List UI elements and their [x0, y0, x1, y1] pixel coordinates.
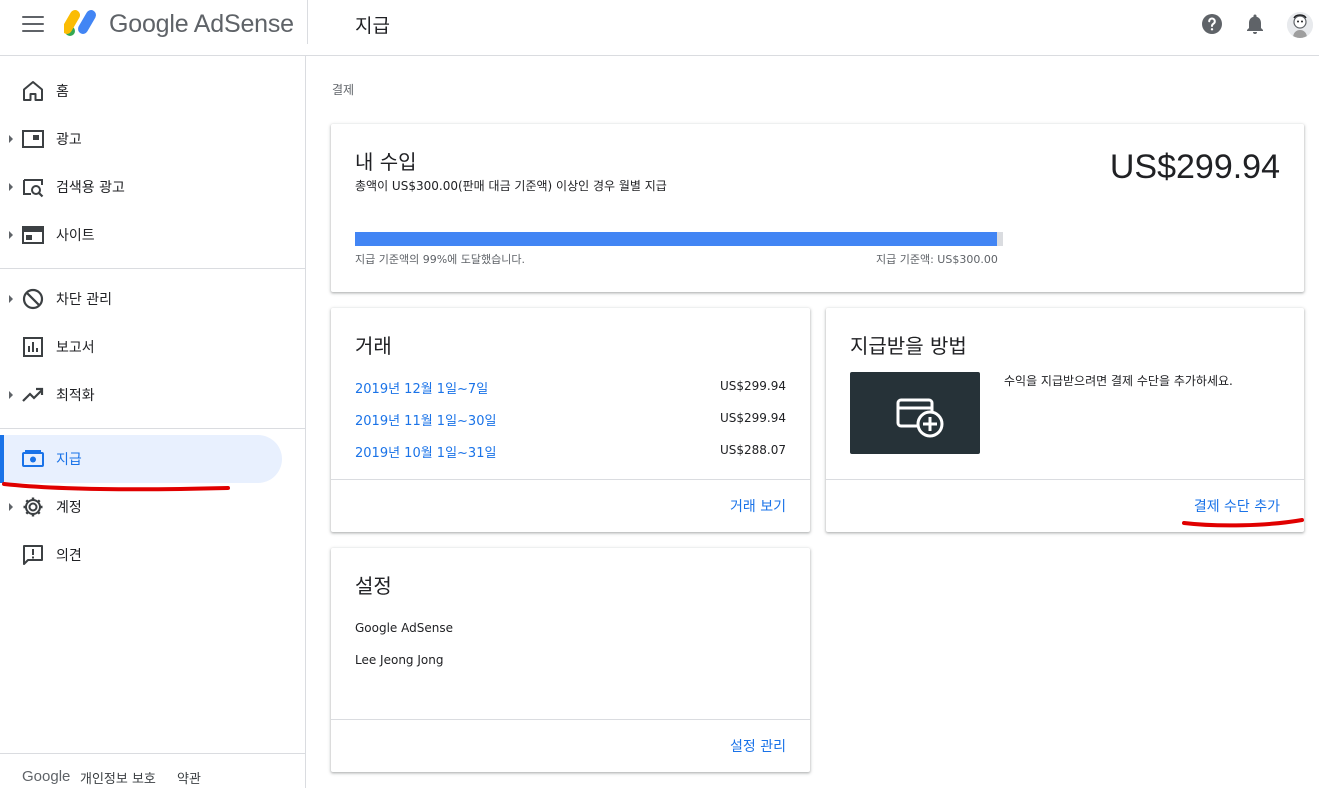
brand-google: Google [109, 10, 189, 38]
sidebar-item-reports[interactable]: 보고서 [0, 323, 282, 371]
sidebar-item-sites[interactable]: 사이트 [0, 211, 282, 259]
settings-card: 설정 Google AdSense Lee Jeong Jong 설정 관리 [331, 548, 810, 772]
expand-caret-icon[interactable] [9, 183, 13, 191]
adsense-logo[interactable] [64, 7, 100, 37]
footer-google-logo: Google [22, 768, 71, 785]
expand-caret-icon[interactable] [9, 503, 13, 511]
progress-label: 지급 기준액의 99%에 도달했습니다. [355, 253, 525, 266]
search-ads-icon [23, 179, 44, 198]
manage-settings-button[interactable]: 설정 관리 [730, 736, 786, 756]
sidebar-item-label: 최적화 [56, 388, 95, 404]
block-icon [22, 288, 44, 310]
top-app-bar: Google AdSense 지급 [0, 0, 1319, 56]
reports-icon [23, 337, 43, 357]
expand-caret-icon[interactable] [9, 231, 13, 239]
threshold-progress-bar [355, 232, 1003, 246]
sidebar-item-label: 검색용 광고 [56, 180, 125, 196]
sidebar-divider [0, 428, 306, 429]
table-row: 2019년 12월 1일~7일 US$299.94 [355, 378, 786, 398]
add-card-icon [896, 398, 944, 438]
sidebar-footer: Google 개인정보 보호 약관 [0, 753, 306, 788]
sidebar-item-optimization[interactable]: 최적화 [0, 371, 282, 419]
home-icon [23, 81, 43, 101]
settings-product-name: Google AdSense [355, 621, 453, 635]
trending-icon [22, 387, 44, 402]
transactions-card: 거래 2019년 12월 1일~7일 US$299.94 2019년 11월 1… [331, 308, 810, 532]
brand-wordmark: Google AdSense [109, 10, 294, 39]
help-icon[interactable] [1200, 12, 1224, 36]
privacy-link[interactable]: 개인정보 보호 [80, 768, 156, 787]
sidebar-item-label: 차단 관리 [56, 292, 112, 308]
earnings-subtitle: 총액이 US$300.00(판매 대금 기준액) 이상인 경우 월별 지급 [355, 179, 667, 193]
sites-icon [22, 226, 44, 244]
sidebar-item-payments[interactable]: 지급 [0, 435, 282, 483]
earnings-card: 내 수입 총액이 US$300.00(판매 대금 기준액) 이상인 경우 월별 … [331, 124, 1304, 292]
breadcrumb[interactable]: 결제 [332, 81, 354, 98]
sidebar-item-label: 지급 [56, 452, 82, 468]
transaction-period-link[interactable]: 2019년 12월 1일~7일 [355, 378, 488, 397]
feedback-icon [23, 545, 43, 565]
earnings-title: 내 수입 [355, 150, 417, 174]
sidebar-item-blocking-controls[interactable]: 차단 관리 [0, 275, 282, 323]
sidebar-divider [0, 268, 306, 269]
sidebar-item-label: 계정 [56, 500, 82, 516]
sidebar-item-feedback[interactable]: 의견 [0, 531, 282, 579]
threshold-label: 지급 기준액: US$300.00 [876, 253, 998, 266]
settings-payee-name: Lee Jeong Jong [355, 653, 444, 667]
view-transactions-button[interactable]: 거래 보기 [730, 496, 786, 516]
sidebar-item-search-ads[interactable]: 검색용 광고 [0, 163, 282, 211]
table-row: 2019년 11월 1일~30일 US$299.94 [355, 410, 786, 430]
ads-icon [22, 130, 44, 148]
sidebar-item-label: 보고서 [56, 340, 95, 356]
card-divider [826, 479, 1304, 480]
payment-method-title: 지급받을 방법 [850, 334, 967, 358]
card-divider [331, 719, 810, 720]
active-indicator [0, 435, 4, 483]
transaction-amount: US$299.94 [719, 379, 786, 393]
page-title: 지급 [355, 15, 390, 37]
brand-product: AdSense [193, 10, 294, 38]
sidebar: 홈 광고 검색용 광고 사이트 차단 관리 보고서 최적화 지급 계정 의견 G… [0, 56, 306, 788]
transaction-period-link[interactable]: 2019년 11월 1일~30일 [355, 410, 496, 429]
sidebar-item-label: 사이트 [56, 228, 95, 244]
earnings-amount: US$299.94 [1109, 148, 1280, 186]
sidebar-item-label: 홈 [56, 84, 69, 100]
sidebar-item-label: 광고 [56, 132, 82, 148]
transactions-title: 거래 [355, 334, 392, 358]
payment-method-description: 수익을 지급받으려면 결제 수단을 추가하세요. [1004, 374, 1233, 388]
transaction-amount: US$299.94 [719, 411, 786, 425]
header-divider [307, 0, 308, 44]
sidebar-item-account[interactable]: 계정 [0, 483, 282, 531]
sidebar-item-label: 의견 [56, 548, 82, 564]
terms-link[interactable]: 약관 [177, 768, 201, 787]
expand-caret-icon[interactable] [9, 135, 13, 143]
menu-icon[interactable] [22, 16, 44, 34]
payment-method-illustration [850, 372, 980, 454]
table-row: 2019년 10월 1일~31일 US$288.07 [355, 442, 786, 462]
transaction-amount: US$288.07 [719, 443, 786, 457]
card-divider [331, 479, 810, 480]
gear-icon [23, 497, 43, 517]
notifications-icon[interactable] [1243, 12, 1267, 36]
payments-icon [22, 450, 44, 467]
avatar[interactable] [1287, 12, 1313, 38]
sidebar-item-home[interactable]: 홈 [0, 67, 282, 115]
add-payment-method-button[interactable]: 결제 수단 추가 [1194, 496, 1280, 516]
expand-caret-icon[interactable] [9, 295, 13, 303]
settings-title: 설정 [355, 574, 392, 598]
payment-method-card: 지급받을 방법 수익을 지급받으려면 결제 수단을 추가하세요. 결제 수단 추… [826, 308, 1304, 532]
avatar-image [1287, 12, 1313, 38]
threshold-progress-fill [355, 232, 997, 246]
expand-caret-icon[interactable] [9, 391, 13, 399]
sidebar-item-ads[interactable]: 광고 [0, 115, 282, 163]
transaction-period-link[interactable]: 2019년 10월 1일~31일 [355, 442, 496, 461]
